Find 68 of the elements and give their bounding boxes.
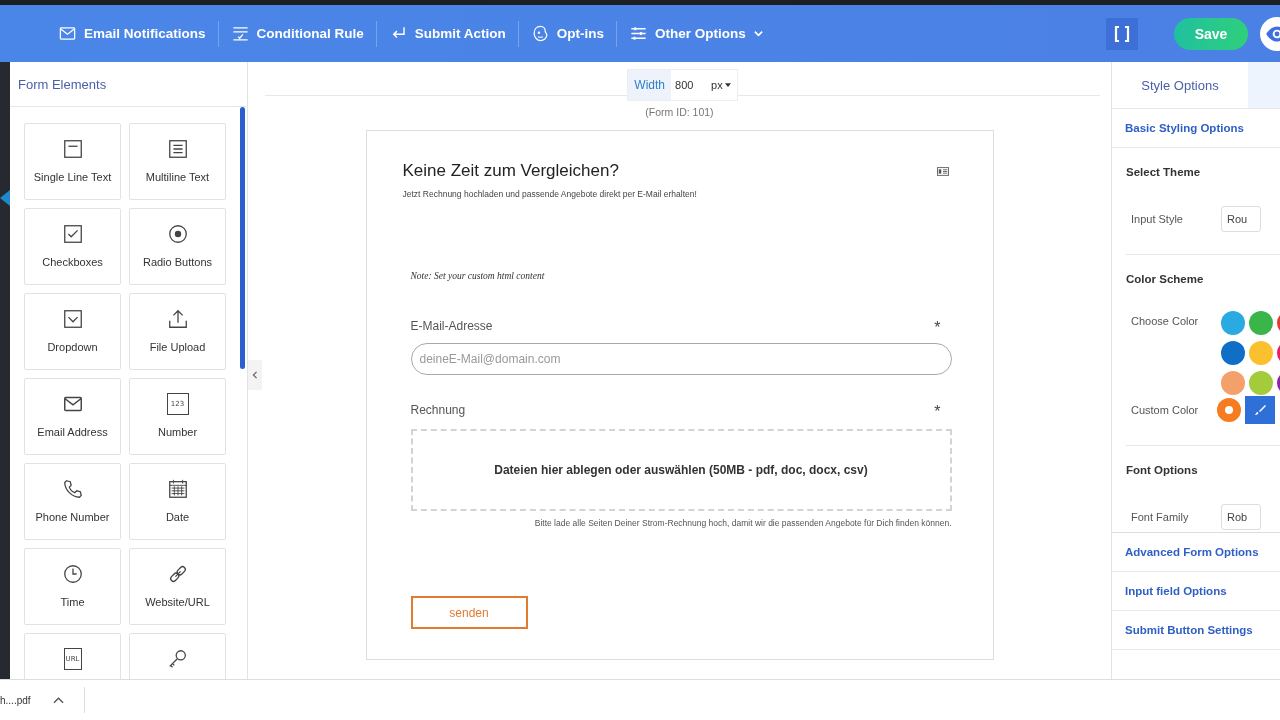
toolbar-button[interactable]: Email Notifications [46,18,218,49]
sliders-icon [629,24,649,43]
style-select[interactable]: Rou [1221,206,1261,232]
toolbar-button[interactable]: Opt-ins [518,18,617,49]
file-drop-zone[interactable]: Dateien hier ablegen oder auswählen (50MB - pdf, doc, docx, csv) [410,429,952,511]
collapse-tab[interactable] [0,190,10,206]
custom-color-swatch[interactable] [1217,398,1241,422]
field-label: Rechnung [410,403,466,419]
email-field[interactable]: deineE-Mail@domain.com [410,343,952,375]
clock-icon [61,563,84,585]
form-element-tile[interactable]: Website/URL [129,548,226,625]
group-title: Select Theme [1126,166,1202,178]
option-label: Input Style [1131,213,1184,225]
form-element-tile[interactable]: Email Address [24,378,121,455]
form-element-tile[interactable]: File Upload [129,293,226,370]
help-text: Bitte lade alle Seiten Deiner Strom-Rechnung hoch, damit wir die passenden Angebote für Dich finden können. [533,518,952,528]
brackets-icon [1112,23,1132,44]
color-picker-button[interactable] [1245,396,1275,424]
form-element-tile[interactable]: Phone Number [24,463,121,540]
color-swatch[interactable] [1221,341,1245,365]
color-swatch[interactable] [1249,341,1273,365]
form-element-tile[interactable]: Multiline Text [129,123,226,200]
text-area-icon [166,138,189,160]
form-element-tile[interactable]: Dropdown [24,293,121,370]
width-label: Width [628,70,672,100]
form-element-tile[interactable]: Time [24,548,121,625]
checkbox-icon [61,223,84,245]
fullscreen-button[interactable] [1106,17,1138,50]
unit-dropdown[interactable]: px [705,78,737,92]
panel-tab[interactable]: Form Elements [18,76,107,92]
upload-icon [166,308,189,330]
toolbar-button[interactable]: Submit Action [376,18,518,49]
form-id: (Form ID: 101) [645,106,714,118]
option-label: Font Family [1131,511,1190,523]
form-subtitle: Jetzt Rechnung hochladen und passende Angebote direkt per E-Mail erhalten! [402,189,697,199]
id-card-icon[interactable] [936,167,949,176]
caret-up-icon[interactable] [52,696,64,704]
color-swatch[interactable] [1221,371,1245,395]
envelope-icon [58,24,77,43]
required-asterisk: * [934,403,941,421]
calendar-icon [166,478,189,500]
note-text: Note: Set your custom html content [410,271,546,281]
dropdown-icon [61,308,84,330]
form-element-tile[interactable]: Single Line Text [24,123,121,200]
group-title: Color Scheme [1126,273,1205,285]
checklist-icon [230,24,250,43]
toolbar-button[interactable]: Conditional Rule [218,18,376,49]
form-element-tile[interactable]: Checkboxes [24,208,121,285]
required-asterisk: * [934,319,941,337]
scrollbar[interactable] [240,107,245,369]
option-label: Custom Color [1131,404,1200,416]
brush-icon [1254,404,1266,416]
text-field-icon [61,138,84,160]
form-element-tile[interactable]: Date [129,463,226,540]
toolbar-button[interactable]: Other Options [617,18,776,49]
form-element-tile[interactable]: Radio Buttons [129,208,226,285]
color-swatch[interactable] [1249,311,1273,335]
radio-icon [166,223,189,245]
phone-icon [61,478,84,500]
download-file[interactable]: h....pdf [0,694,31,706]
group-title: Font Options [1126,464,1199,476]
color-swatch[interactable] [1249,371,1273,395]
caret-down-icon [724,82,731,88]
color-swatch[interactable] [1221,311,1245,335]
form-title: Keine Zeit zum Vergleichen? [402,161,620,181]
font-select[interactable]: Rob [1221,504,1261,530]
option-label: Choose Color [1131,315,1200,327]
field-label: E-Mail-Adresse [410,319,493,335]
